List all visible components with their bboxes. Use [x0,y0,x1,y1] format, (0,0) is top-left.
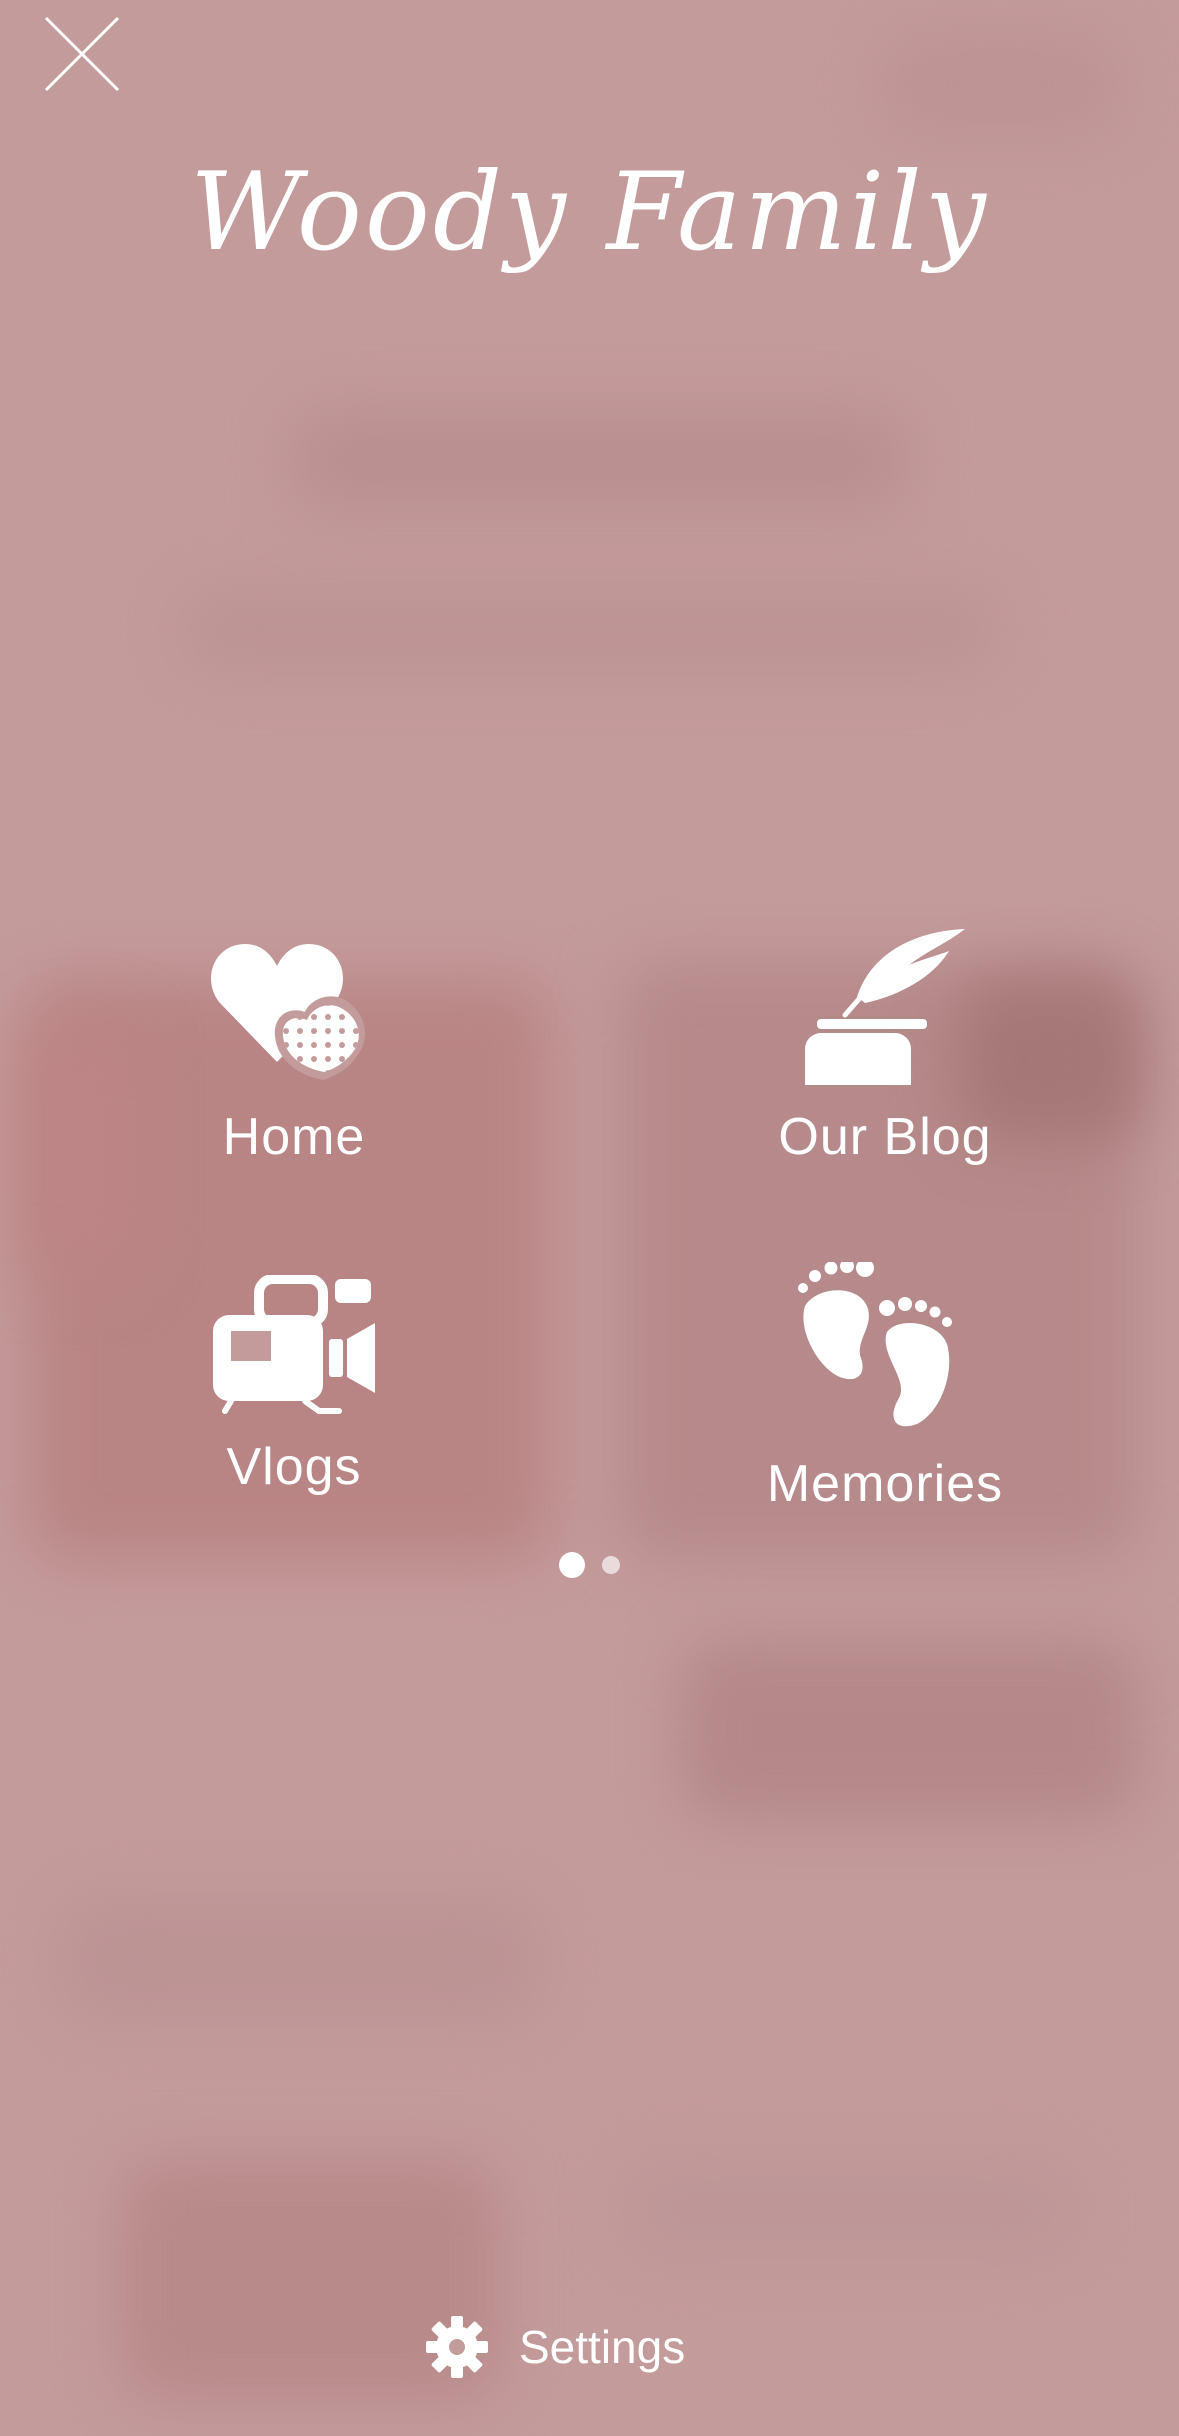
close-icon [44,16,120,92]
page-dot[interactable] [601,1556,620,1574]
page-dot-active[interactable] [559,1552,586,1578]
quill-inkwell-icon [805,929,965,1085]
hearts-icon [211,944,366,1080]
page-indicator[interactable] [0,1552,1179,1578]
app-title: Woody Family [190,150,989,275]
footprints-icon [798,1262,952,1427]
blurred-background [0,0,1179,2436]
menu-item-label: Home [222,1108,366,1166]
menu-item-label: Memories [766,1455,1004,1513]
menu-item-memories[interactable]: Memories [675,1262,1095,1514]
menu-item-our-blog[interactable]: Our Blog [675,925,1095,1167]
close-button[interactable] [40,12,124,96]
menu-item-label: Our Blog [778,1108,992,1166]
settings-label: Settings [519,2321,686,2373]
gear-icon [426,2316,488,2378]
settings-button[interactable]: Settings [425,2312,685,2382]
menu-item-label: Vlogs [226,1438,362,1496]
menu-item-vlogs[interactable]: Vlogs [84,1275,504,1497]
video-camera-icon [213,1275,375,1414]
menu-item-home[interactable]: Home [84,940,504,1167]
